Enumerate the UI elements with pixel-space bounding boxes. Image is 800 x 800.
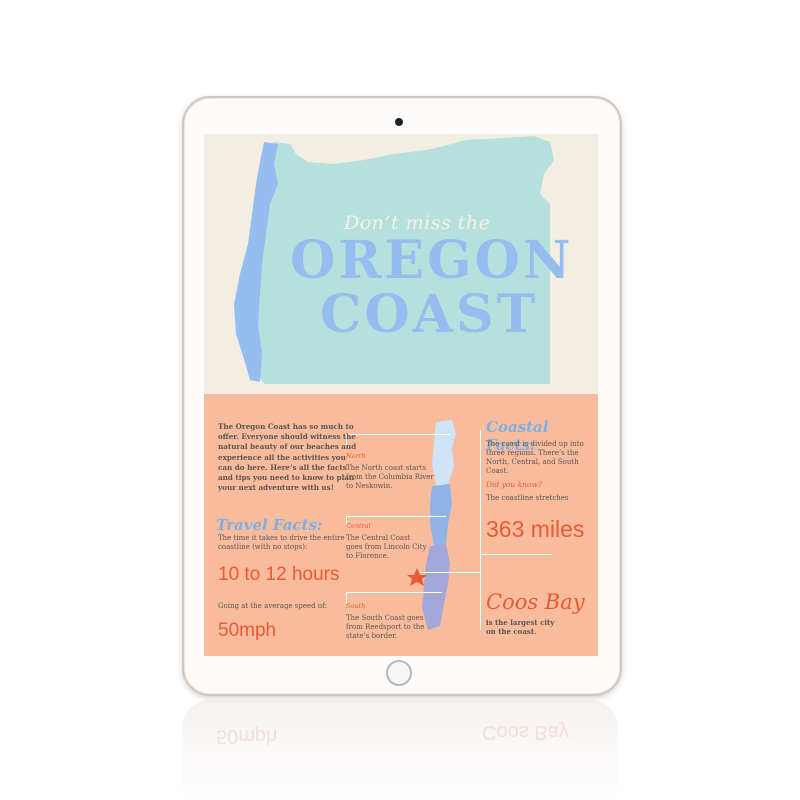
largest-city-name: Coos Bay (486, 590, 585, 614)
central-text: The Central Coast goes from Lincoln City… (346, 534, 427, 560)
intro-text: The Oregon Coast has so much to offer. E… (218, 422, 357, 493)
drive-time-value: 10 to 12 hours (218, 564, 340, 585)
miles-value: 363 miles (486, 516, 585, 542)
reflection-speed: 50mph (216, 725, 278, 747)
south-label: South (346, 602, 366, 610)
regions-text: The coast is divided up into three regio… (486, 440, 584, 475)
tablet-screen: Don’t miss the OREGON COAST The Oregon C… (204, 134, 598, 656)
travel-facts-heading: Travel Facts: (216, 516, 323, 534)
hero-title-line1: OREGON (290, 230, 574, 291)
hero-panel: Don’t miss the OREGON COAST (204, 134, 598, 394)
coast-central-region (430, 484, 452, 546)
speed-value: 50mph (218, 620, 277, 641)
stretch-text: The coastline stretches (486, 494, 569, 502)
front-camera (395, 118, 403, 126)
reflection-city: Coos Bay (482, 721, 569, 743)
hero-title-line2: COAST (320, 284, 539, 345)
north-text: The North coast starts from the Columbia… (346, 464, 434, 490)
north-label: North (346, 452, 366, 460)
central-label: Central (346, 522, 371, 530)
coos-bay-star-icon (407, 568, 427, 586)
did-you-know-label: Did you know? (486, 480, 542, 489)
device-reflection: 50mph Coos Bay (182, 700, 618, 800)
drive-time-text: The time it takes to drive the entire co… (218, 534, 345, 551)
home-button[interactable] (386, 660, 412, 686)
south-text: The South Coast goes from Reedsport to t… (346, 614, 425, 640)
largest-city-text: is the largest city on the coast. (486, 618, 555, 636)
